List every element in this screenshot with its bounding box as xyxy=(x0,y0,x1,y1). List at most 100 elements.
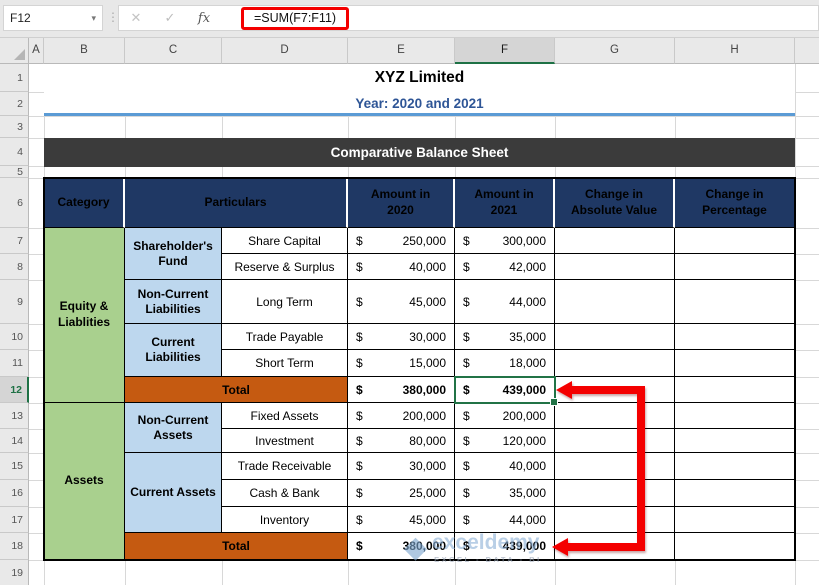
row-header-11[interactable]: 11 xyxy=(0,350,29,377)
column-header-H[interactable]: H xyxy=(675,38,795,64)
row-header-2[interactable]: 2 xyxy=(0,92,29,116)
amount-2021-share-capital[interactable]: $300,000 xyxy=(455,228,555,254)
row-header-19[interactable]: 19 xyxy=(0,560,29,585)
group-non-current-assets[interactable]: Non-Current Assets xyxy=(125,403,222,453)
change-pct-share-capital[interactable] xyxy=(675,228,795,254)
change-abs-trade-payable[interactable] xyxy=(555,324,675,350)
header-change-absolute[interactable]: Change in Absolute Value xyxy=(555,178,675,228)
change-pct-reserve-surplus[interactable] xyxy=(675,254,795,280)
year-subtitle-cell[interactable]: Year: 2020 and 2021 xyxy=(44,92,795,114)
column-header-B[interactable]: B xyxy=(44,38,125,64)
particular-trade-receivable[interactable]: Trade Receivable xyxy=(222,453,348,480)
amount-2020-trade-payable[interactable]: $30,000 xyxy=(348,324,455,350)
amount-2020-trade-receivable[interactable]: $30,000 xyxy=(348,453,455,480)
change-abs-share-capital[interactable] xyxy=(555,228,675,254)
column-header-E[interactable]: E xyxy=(348,38,455,64)
change-abs-trade-receivable[interactable] xyxy=(555,453,675,480)
equity-total-2020[interactable]: $380,000 xyxy=(348,377,455,403)
change-abs-reserve-surplus[interactable] xyxy=(555,254,675,280)
amount-2021-inventory[interactable]: $44,000 xyxy=(455,507,555,533)
amount-2021-fixed-assets[interactable]: $200,000 xyxy=(455,403,555,429)
header-change-percentage[interactable]: Change in Percentage xyxy=(675,178,795,228)
amount-2020-fixed-assets[interactable]: $200,000 xyxy=(348,403,455,429)
company-title-cell[interactable]: XYZ Limited xyxy=(44,64,795,92)
change-abs-inventory[interactable] xyxy=(555,507,675,533)
row-header-13[interactable]: 13 xyxy=(0,403,29,429)
fill-handle[interactable] xyxy=(550,398,558,406)
assets-total-label[interactable]: Total xyxy=(125,533,348,560)
column-header-D[interactable]: D xyxy=(222,38,348,64)
header-category[interactable]: Category xyxy=(44,178,125,228)
change-abs-investment[interactable] xyxy=(555,429,675,453)
header-amount-2020[interactable]: Amount in 2020 xyxy=(348,178,455,228)
category-equity-liabilities[interactable]: Equity & Liablities xyxy=(44,228,125,403)
amount-2020-investment[interactable]: $80,000 xyxy=(348,429,455,453)
row-header-4[interactable]: 4 xyxy=(0,138,29,166)
row-header-6[interactable]: 6 xyxy=(0,178,29,228)
enter-icon[interactable]: ✓ xyxy=(153,10,187,26)
amount-2021-investment[interactable]: $120,000 xyxy=(455,429,555,453)
particular-trade-payable[interactable]: Trade Payable xyxy=(222,324,348,350)
group-current-assets[interactable]: Current Assets xyxy=(125,453,222,533)
particular-investment[interactable]: Investment xyxy=(222,429,348,453)
change-pct-assets-total[interactable] xyxy=(675,533,795,560)
row-header-5[interactable]: 5 xyxy=(0,166,29,178)
row-header-18[interactable]: 18 xyxy=(0,533,29,560)
change-pct-short-term[interactable] xyxy=(675,350,795,377)
change-pct-equity-total[interactable] xyxy=(675,377,795,403)
amount-2021-reserve-surplus[interactable]: $42,000 xyxy=(455,254,555,280)
amount-2020-share-capital[interactable]: $250,000 xyxy=(348,228,455,254)
row-header-9[interactable]: 9 xyxy=(0,280,29,324)
amount-2020-long-term[interactable]: $45,000 xyxy=(348,280,455,324)
formula-input[interactable]: =SUM(F7:F11) xyxy=(254,11,336,25)
category-assets[interactable]: Assets xyxy=(44,403,125,560)
cancel-icon[interactable]: ✕ xyxy=(119,10,153,26)
row-header-14[interactable]: 14 xyxy=(0,429,29,453)
change-pct-investment[interactable] xyxy=(675,429,795,453)
amount-2020-cash-bank[interactable]: $25,000 xyxy=(348,480,455,507)
change-pct-trade-receivable[interactable] xyxy=(675,453,795,480)
change-abs-fixed-assets[interactable] xyxy=(555,403,675,429)
amount-2021-cash-bank[interactable]: $35,000 xyxy=(455,480,555,507)
change-abs-short-term[interactable] xyxy=(555,350,675,377)
header-particulars[interactable]: Particulars xyxy=(125,178,348,228)
row-header-8[interactable]: 8 xyxy=(0,254,29,280)
amount-2020-reserve-surplus[interactable]: $40,000 xyxy=(348,254,455,280)
name-box[interactable]: F12 ▾ xyxy=(3,5,103,31)
change-pct-trade-payable[interactable] xyxy=(675,324,795,350)
amount-2021-trade-payable[interactable]: $35,000 xyxy=(455,324,555,350)
amount-2020-short-term[interactable]: $15,000 xyxy=(348,350,455,377)
row-header-7[interactable]: 7 xyxy=(0,228,29,254)
change-abs-cash-bank[interactable] xyxy=(555,480,675,507)
amount-2021-long-term[interactable]: $44,000 xyxy=(455,280,555,324)
select-all-corner[interactable] xyxy=(0,38,29,64)
sheet-title-banner[interactable]: Comparative Balance Sheet xyxy=(44,138,795,167)
change-pct-cash-bank[interactable] xyxy=(675,480,795,507)
insert-function-icon[interactable]: fx xyxy=(187,11,221,26)
amount-2020-inventory[interactable]: $45,000 xyxy=(348,507,455,533)
name-box-dropdown-icon[interactable]: ▾ xyxy=(91,13,96,24)
column-header-G[interactable]: G xyxy=(555,38,675,64)
row-header-10[interactable]: 10 xyxy=(0,324,29,350)
particular-long-term[interactable]: Long Term xyxy=(222,280,348,324)
column-header-C[interactable]: C xyxy=(125,38,222,64)
particular-share-capital[interactable]: Share Capital xyxy=(222,228,348,254)
selected-cell-F12[interactable] xyxy=(454,376,558,406)
particular-reserve-surplus[interactable]: Reserve & Surplus xyxy=(222,254,348,280)
row-header-12-selected[interactable]: 12 xyxy=(0,377,29,403)
amount-2021-trade-receivable[interactable]: $40,000 xyxy=(455,453,555,480)
particular-short-term[interactable]: Short Term xyxy=(222,350,348,377)
row-header-15[interactable]: 15 xyxy=(0,453,29,480)
change-pct-long-term[interactable] xyxy=(675,280,795,324)
group-non-current-liabilities[interactable]: Non-Current Liabilities xyxy=(125,280,222,324)
particular-inventory[interactable]: Inventory xyxy=(222,507,348,533)
particular-fixed-assets[interactable]: Fixed Assets xyxy=(222,403,348,429)
group-shareholders-fund[interactable]: Shareholder's Fund xyxy=(125,228,222,280)
header-amount-2021[interactable]: Amount in 2021 xyxy=(455,178,555,228)
particular-cash-bank[interactable]: Cash & Bank xyxy=(222,480,348,507)
group-current-liabilities[interactable]: Current Liabilities xyxy=(125,324,222,377)
row-header-3[interactable]: 3 xyxy=(0,116,29,138)
row-header-17[interactable]: 17 xyxy=(0,507,29,533)
amount-2021-short-term[interactable]: $18,000 xyxy=(455,350,555,377)
equity-total-label[interactable]: Total xyxy=(125,377,348,403)
